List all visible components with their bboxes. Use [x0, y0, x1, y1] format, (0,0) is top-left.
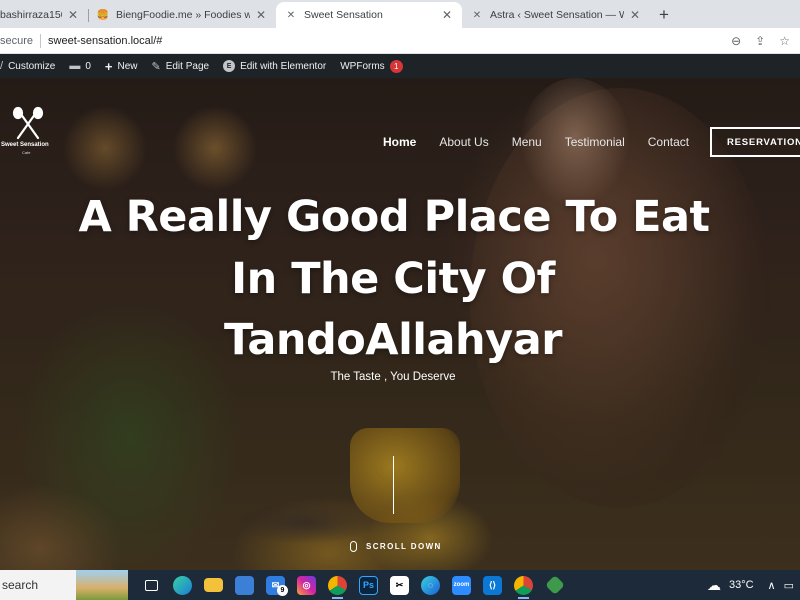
windows-taskbar: search ✉ 9 ◎ Ps ✂ ◌ zoom ⟨⟩ ☁ 33°C ∧ ▭ — [0, 570, 800, 600]
tab-astra[interactable]: ✕ Astra ‹ Sweet Sensation — Word ✕ — [462, 2, 650, 28]
mail-count-badge: 9 — [277, 585, 288, 596]
cortana-icon[interactable]: ◌ — [415, 570, 446, 600]
tab-biengfoodie[interactable]: 🍔 BiengFoodie.me » Foodies welco ✕ — [88, 2, 276, 28]
hero-section: Sweet Sensation Cafe Home About Us Menu … — [0, 78, 800, 570]
edge-icon[interactable] — [167, 570, 198, 600]
divider — [393, 456, 394, 514]
site-logo[interactable]: Sweet Sensation Cafe — [0, 106, 60, 156]
fork-spoon-favicon-icon: ✕ — [286, 9, 296, 21]
search-highlight-image — [76, 570, 128, 600]
pencil-icon: ✎ — [151, 60, 161, 73]
new-label: New — [117, 60, 138, 72]
close-tab-icon[interactable]: ✕ — [630, 8, 640, 22]
security-indicator[interactable]: secure — [0, 35, 33, 47]
logo-text: Sweet Sensation — [1, 142, 49, 148]
nav-item-home[interactable]: Home — [383, 135, 416, 149]
edit-elementor-link[interactable]: E Edit with Elementor — [216, 54, 333, 78]
hero-subtitle: The Taste , You Deserve — [330, 371, 456, 383]
url-input[interactable]: sweet-sensation.local/# — [48, 35, 731, 47]
new-content-link[interactable]: + New — [98, 54, 145, 78]
comment-icon: ▬ — [69, 60, 81, 72]
edit-page-link[interactable]: ✎ Edit Page — [144, 54, 216, 78]
share-icon[interactable]: ⇪ — [755, 34, 765, 48]
fork-spoon-favicon-icon: ✕ — [472, 9, 482, 21]
crossed-utensils-icon — [12, 106, 44, 140]
tab-gmail[interactable]: bashirraza150@ ✕ — [0, 2, 88, 28]
hero-headline-line-1: A Really Good Place To Eat — [78, 192, 710, 242]
network-icon[interactable]: ▭ — [784, 579, 794, 592]
comments-link[interactable]: ▬ 0 — [62, 54, 98, 78]
screen: bashirraza150@ ✕ 🍔 BiengFoodie.me » Food… — [0, 0, 800, 600]
wamp-icon[interactable] — [539, 570, 570, 600]
chevron-up-icon[interactable]: ∧ — [768, 579, 776, 592]
tab-label: Astra ‹ Sweet Sensation — Word — [490, 9, 624, 21]
site-favicon-icon: 🍔 — [96, 9, 110, 21]
divider — [40, 33, 42, 48]
temperature[interactable]: 33°C — [729, 579, 754, 591]
notification-badge: 1 — [389, 59, 403, 73]
elementor-icon: E — [223, 60, 236, 72]
close-tab-icon[interactable]: ✕ — [256, 8, 266, 22]
nav-item-contact[interactable]: Contact — [648, 135, 689, 149]
customize-label: Customize — [8, 60, 56, 72]
wpforms-link[interactable]: WPForms 1 — [333, 54, 409, 78]
hero-headline-line-2: In The City Of — [231, 254, 555, 304]
capcut-icon[interactable]: ✂ — [384, 570, 415, 600]
address-bar-actions: ⊖ ⇪ ☆ — [731, 34, 800, 48]
search-label: search — [2, 578, 39, 592]
taskbar-apps: ✉ 9 ◎ Ps ✂ ◌ zoom ⟨⟩ — [136, 570, 570, 600]
nav-item-menu[interactable]: Menu — [512, 135, 542, 149]
main-nav: Home About Us Menu Testimonial Contact — [383, 135, 712, 149]
instagram-icon[interactable]: ◎ — [291, 570, 322, 600]
hero-photo-detail — [350, 428, 460, 523]
plus-icon: + — [104, 58, 113, 74]
zoom-icon[interactable]: ⊖ — [731, 34, 741, 48]
weather-cloud-icon[interactable]: ☁ — [707, 577, 721, 594]
bookmark-star-icon[interactable]: ☆ — [779, 34, 790, 48]
edit-page-label: Edit Page — [165, 60, 210, 72]
store-icon[interactable] — [229, 570, 260, 600]
photoshop-icon[interactable]: Ps — [353, 570, 384, 600]
scroll-label: SCROLL DOWN — [366, 542, 442, 551]
logo-subtext: Cafe — [22, 150, 31, 155]
chrome-icon[interactable] — [322, 570, 353, 600]
nav-item-about-us[interactable]: About Us — [439, 135, 488, 149]
edit-elementor-label: Edit with Elementor — [240, 60, 327, 72]
task-view-icon[interactable] — [136, 570, 167, 600]
mail-icon[interactable]: ✉ 9 — [260, 570, 291, 600]
customize-link[interactable]: / Customize — [0, 54, 62, 78]
zoom-icon[interactable]: zoom — [446, 570, 477, 600]
tab-label: Sweet Sensation — [304, 9, 383, 21]
reservation-button[interactable]: RESERVATION — [710, 127, 800, 157]
tab-label: BiengFoodie.me » Foodies welco — [116, 9, 250, 21]
scroll-down-link[interactable]: SCROLL DOWN — [350, 541, 442, 552]
close-tab-icon[interactable]: ✕ — [442, 8, 452, 22]
tab-label: bashirraza150@ — [0, 9, 62, 21]
site-header: Sweet Sensation Cafe Home About Us Menu … — [0, 78, 800, 198]
mouse-icon — [350, 541, 357, 552]
new-tab-button[interactable]: + — [650, 2, 678, 28]
brush-icon: / — [0, 60, 4, 72]
taskbar-search[interactable]: search — [0, 570, 128, 600]
browser-tab-strip: bashirraza150@ ✕ 🍔 BiengFoodie.me » Food… — [0, 0, 800, 28]
file-explorer-icon[interactable] — [198, 570, 229, 600]
hero-photo-detail — [235, 503, 375, 543]
chrome-icon[interactable] — [508, 570, 539, 600]
nav-item-testimonial[interactable]: Testimonial — [565, 135, 625, 149]
comments-count: 0 — [85, 60, 91, 72]
address-bar: secure sweet-sensation.local/# ⊖ ⇪ ☆ — [0, 28, 800, 54]
system-tray: ☁ 33°C ∧ ▭ — [707, 570, 800, 600]
tab-sweet-sensation[interactable]: ✕ Sweet Sensation ✕ — [276, 2, 462, 28]
hero-headline-line-3: TandoAllahyar — [224, 315, 562, 365]
wp-admin-bar: / Customize ▬ 0 + New ✎ Edit Page E Edit… — [0, 54, 800, 78]
vscode-icon[interactable]: ⟨⟩ — [477, 570, 508, 600]
close-tab-icon[interactable]: ✕ — [68, 8, 78, 22]
wpforms-label: WPForms — [340, 60, 385, 72]
